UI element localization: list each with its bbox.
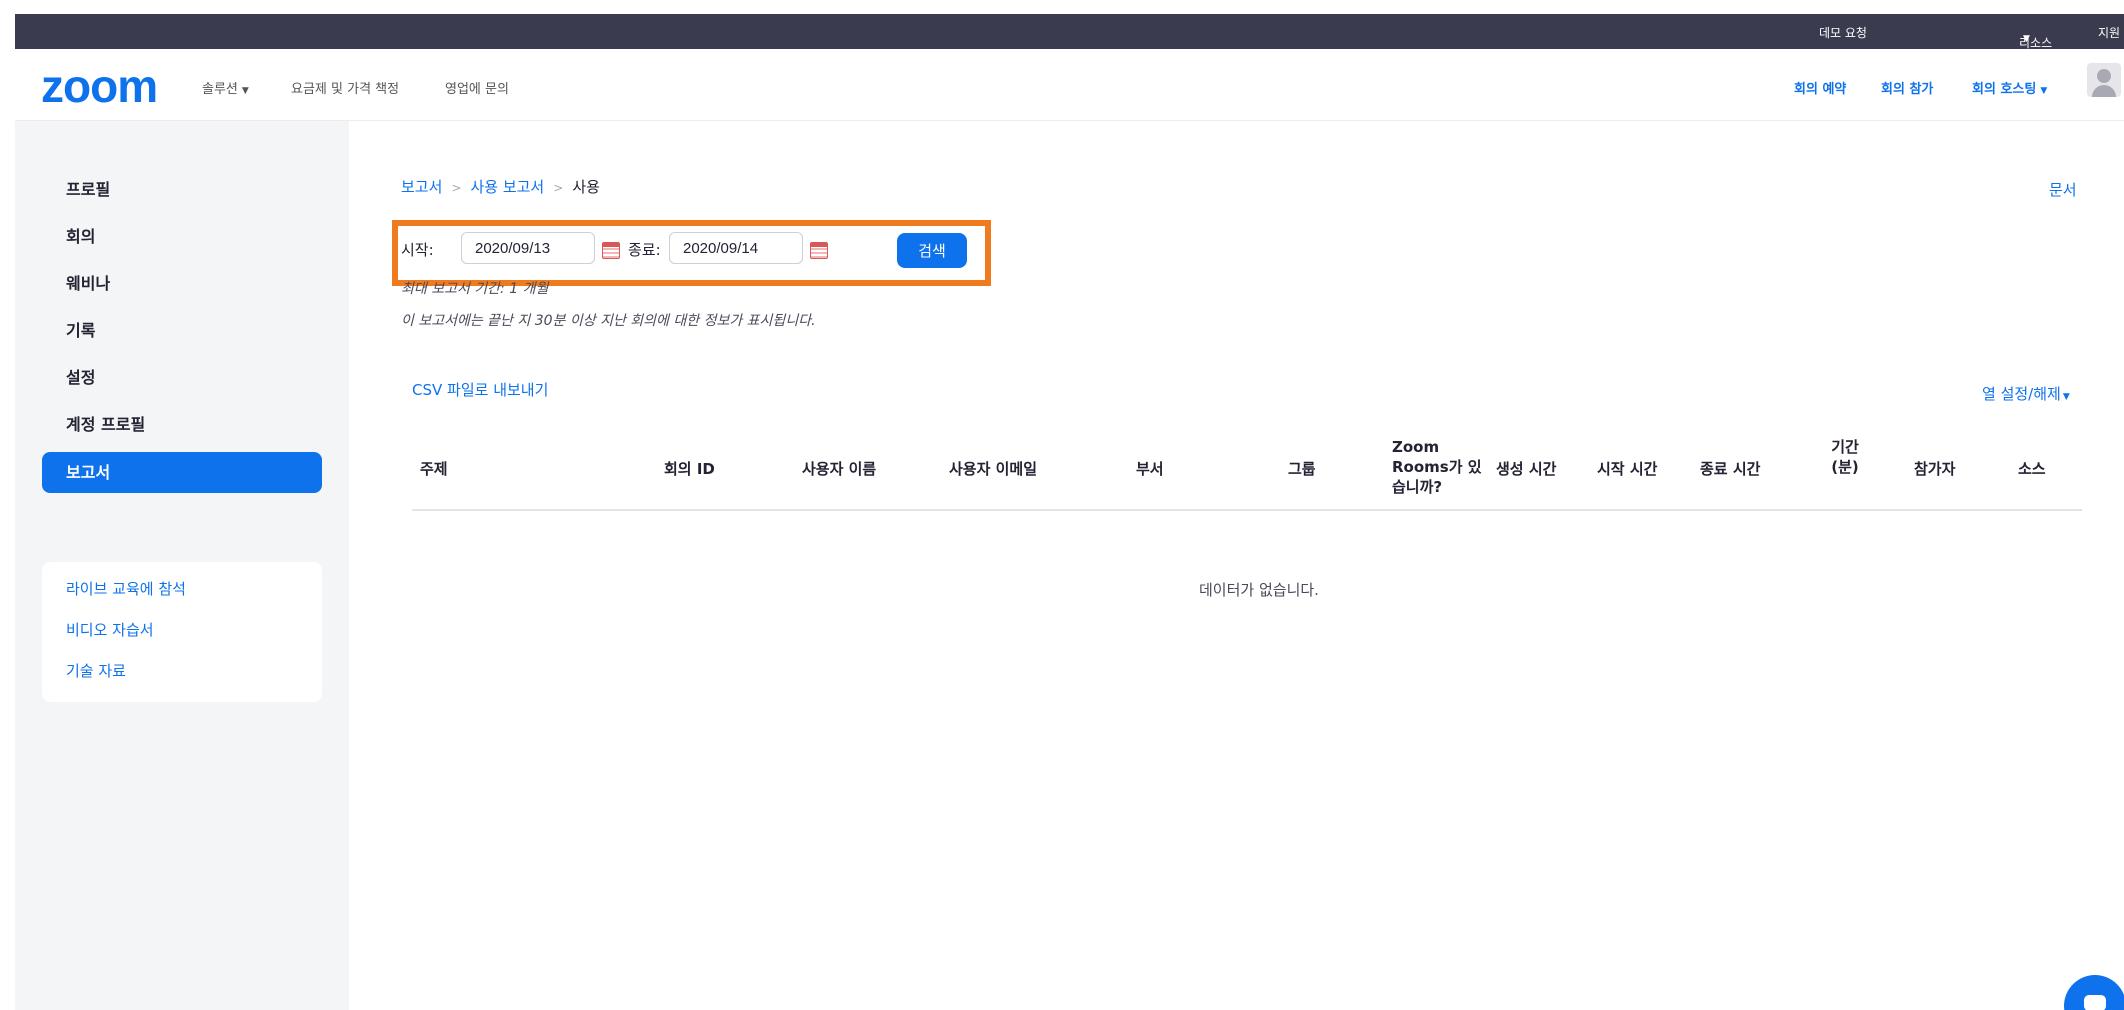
column-end-time[interactable]: 종료 시간 [1700,458,1760,479]
sidebar: 프로필 회의 웨비나 기록 설정 계정 프로필 보고서 라이브 교육에 참석 비… [15,121,349,1010]
report-info-note: 이 보고서에는 끝난 지 30분 이상 지난 회의에 대한 정보가 표시됩니다. [401,313,816,329]
sidebar-item-profile[interactable]: 프로필 [42,169,322,210]
chevron-down-icon: ▼ [2023,34,2030,44]
knowledge-base-link[interactable]: 기술 자료 [66,660,126,681]
avatar-head-shape [2097,69,2111,83]
demo-request-link[interactable]: 데모 요청 [1819,24,1867,41]
user-avatar-icon[interactable] [2087,63,2121,97]
nav-solutions[interactable]: 솔루션 ▼ [202,78,249,97]
sidebar-item-webinars[interactable]: 웨비나 [42,263,322,304]
join-meeting-link[interactable]: 회의 참가 [1881,78,1933,97]
chevron-down-icon: ▼ [2062,392,2070,402]
attend-live-training-link[interactable]: 라이브 교육에 참석 [66,578,186,599]
column-topic[interactable]: 주제 [420,458,448,479]
column-group[interactable]: 그룹 [1288,458,1316,479]
column-start-time[interactable]: 시작 시간 [1597,458,1657,479]
column-meeting-id[interactable]: 회의 ID [664,458,715,479]
column-toggle-menu[interactable]: 열 설정/해제 ▼ [1982,383,2070,404]
column-has-zoom-rooms[interactable]: Zoom Rooms가 있습니까? [1392,437,1484,497]
end-date-input[interactable] [669,232,803,264]
breadcrumb-separator: > [553,181,564,195]
sidebar-item-recordings[interactable]: 기록 [42,310,322,351]
top-utility-bar: 데모 요청 리소스 ▼ 지원 [15,14,2124,50]
breadcrumb: 보고서 > 사용 보고서 > 사용 [401,176,600,197]
sidebar-item-meetings[interactable]: 회의 [42,216,322,257]
schedule-meeting-link[interactable]: 회의 예약 [1794,78,1846,97]
host-meeting-menu[interactable]: 회의 호스팅 ▼ [1972,78,2047,97]
column-user-email[interactable]: 사용자 이메일 [949,458,1037,479]
sidebar-item-reports[interactable]: 보고서 [42,452,322,493]
main-header: zoom 솔루션 ▼ 요금제 및 가격 책정 영업에 문의 회의 예약 회의 참가… [15,49,2124,121]
empty-table-message: 데이터가 없습니다. [1199,581,1319,599]
sidebar-item-settings[interactable]: 설정 [42,357,322,398]
calendar-icon[interactable] [810,242,828,259]
calendar-icon[interactable] [602,242,620,259]
export-csv-link[interactable]: CSV 파일로 내보내기 [412,379,548,400]
search-button[interactable]: 검색 [897,233,967,268]
column-creation-time[interactable]: 생성 시간 [1496,458,1556,479]
report-table-header: 주제 회의 ID 사용자 이름 사용자 이메일 부서 그룹 Zoom Rooms… [412,421,2082,511]
max-period-note: 최대 보고서 기간: 1 개월 [401,281,549,297]
column-toggle-label: 열 설정/해제 [1982,385,2061,403]
column-participants[interactable]: 참가자 [1914,458,1955,479]
avatar-body-shape [2092,85,2116,97]
start-date-input[interactable] [461,232,595,264]
zoom-logo[interactable]: zoom [41,59,158,113]
end-date-label: 종료: [628,241,661,259]
breadcrumb-separator: > [451,181,462,195]
breadcrumb-reports[interactable]: 보고서 [401,178,442,196]
column-department[interactable]: 부서 [1136,458,1164,479]
nav-plans-pricing[interactable]: 요금제 및 가격 책정 [291,78,399,97]
chevron-down-icon: ▼ [241,86,249,96]
chevron-down-icon: ▼ [2040,86,2048,96]
breadcrumb-current: 사용 [572,178,600,196]
support-link[interactable]: 지원 [2098,24,2120,41]
zoom-web-window: 데모 요청 리소스 ▼ 지원 zoom 솔루션 ▼ 요금제 및 가격 책정 영업에 … [15,14,2124,1010]
column-user-name[interactable]: 사용자 이름 [802,458,876,479]
support-links-box: 라이브 교육에 참석 비디오 자습서 기술 자료 [42,562,322,702]
video-tutorials-link[interactable]: 비디오 자습서 [66,619,154,640]
column-duration[interactable]: 기간 (분) [1822,437,1868,477]
sidebar-item-account-profile[interactable]: 계정 프로필 [42,404,322,445]
nav-solutions-label: 솔루션 [202,82,238,97]
nav-contact-sales[interactable]: 영업에 문의 [445,78,509,97]
report-content: 보고서 > 사용 보고서 > 사용 문서 시작: 종료: 검색 최대 보고서 기간: 1… [349,121,2124,1010]
documentation-link[interactable]: 문서 [2049,179,2077,200]
column-source[interactable]: 소스 [2018,458,2046,479]
host-meeting-label: 회의 호스팅 [1972,82,2037,97]
breadcrumb-usage-reports[interactable]: 사용 보고서 [470,178,544,196]
start-date-label: 시작: [401,241,434,259]
